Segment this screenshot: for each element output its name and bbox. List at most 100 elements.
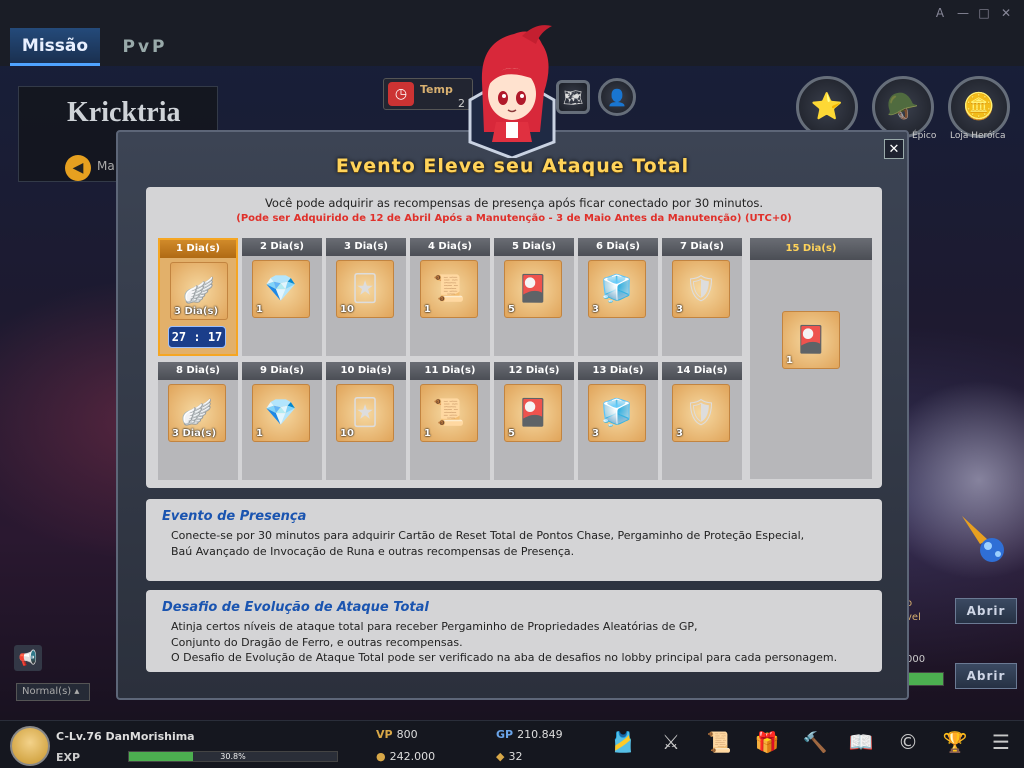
day-label: 9 Dia(s) bbox=[242, 362, 322, 380]
gp-display: GP 210.849 bbox=[496, 728, 563, 741]
gc-wings-icon[interactable]: 🪽 3 Dia(s) bbox=[170, 262, 228, 320]
reset-card-icon[interactable]: 🃏 10 bbox=[336, 384, 394, 442]
timer-label: Temp bbox=[420, 83, 453, 96]
day-card-15[interactable]: 15 Dia(s) 🎴 1 bbox=[750, 238, 872, 479]
vp-label: VP bbox=[376, 728, 393, 741]
rune-chest-icon[interactable]: 🧊 3 bbox=[588, 260, 646, 318]
character-name: Kricktria bbox=[67, 97, 181, 128]
gc-wings-icon[interactable]: 🪽 3 Dia(s) bbox=[168, 384, 226, 442]
gp-value: 210.849 bbox=[517, 728, 563, 741]
epic-label: Épico bbox=[912, 131, 937, 141]
presence-info-panel: Evento de Presença Conecte-se por 30 min… bbox=[146, 499, 882, 581]
scroll-quest-icon[interactable]: 📜 bbox=[704, 730, 734, 760]
reward-quantity: 3 bbox=[592, 428, 599, 439]
day-label: 3 Dia(s) bbox=[326, 238, 406, 256]
challenge-title: Desafio de Evolução de Ataque Total bbox=[162, 600, 429, 615]
day-label: 8 Dia(s) bbox=[158, 362, 238, 380]
modal-title: Evento Eleve seu Ataque Total bbox=[335, 155, 690, 177]
menu-icon[interactable]: ☰ bbox=[986, 730, 1016, 760]
reward-quantity: 5 bbox=[508, 304, 515, 315]
day-card-5[interactable]: 5 Dia(s) 🎴 5 bbox=[494, 238, 574, 356]
protection-scroll-icon[interactable]: 🛡 3 bbox=[672, 260, 730, 318]
reset-card-icon[interactable]: 🃏 10 bbox=[336, 260, 394, 318]
gold-value: 242.000 bbox=[389, 750, 436, 763]
exp-label: EXP bbox=[56, 751, 81, 764]
coin-icon[interactable]: 🪙 bbox=[948, 76, 1010, 138]
language-button[interactable]: A bbox=[932, 6, 948, 20]
day-card-1[interactable]: 1 Dia(s) 🪽 3 Dia(s) 27 : 17 bbox=[158, 238, 238, 356]
day-card-7[interactable]: 7 Dia(s) 🛡 3 bbox=[662, 238, 742, 356]
back-arrow-icon[interactable]: ◀ bbox=[65, 155, 91, 181]
level-up-crystal-icon[interactable]: 💎 1 bbox=[252, 384, 310, 442]
protection-scroll-icon[interactable]: 🛡 3 bbox=[672, 384, 730, 442]
gp-label: GP bbox=[496, 728, 514, 741]
reward-quantity: 1 bbox=[256, 304, 263, 315]
exp-bar: 30.8% bbox=[128, 751, 338, 762]
day-label: 7 Dia(s) bbox=[662, 238, 742, 256]
presence-line: Baú Avançado de Invocação de Runa e outr… bbox=[171, 544, 575, 558]
day-card-6[interactable]: 6 Dia(s) 🧊 3 bbox=[578, 238, 658, 356]
tab-pvp[interactable]: PvP bbox=[110, 28, 180, 66]
gem-display: ◆ 32 bbox=[496, 750, 522, 763]
avatar[interactable] bbox=[10, 726, 50, 766]
vp-value: 800 bbox=[396, 728, 418, 741]
rewards-panel: Você pode adquirir as recompensas de pre… bbox=[146, 187, 882, 488]
clock-icon: ◷ bbox=[388, 82, 414, 106]
scroll-icon[interactable]: 📜 1 bbox=[420, 384, 478, 442]
reward-quantity: 3 bbox=[592, 304, 599, 315]
close-window-icon[interactable]: ✕ bbox=[998, 6, 1014, 20]
reward-quantity: 1 bbox=[424, 428, 431, 439]
hero-shop-label: Loja Heróica bbox=[950, 131, 1006, 141]
mascot-portrait bbox=[462, 22, 562, 160]
day-label: 10 Dia(s) bbox=[326, 362, 406, 380]
book-icon[interactable]: 📖 bbox=[846, 730, 876, 760]
day-card-3[interactable]: 3 Dia(s) 🃏 10 bbox=[326, 238, 406, 356]
day-label: 14 Dia(s) bbox=[662, 362, 742, 380]
side-progress bbox=[906, 672, 944, 686]
rocket-icon[interactable] bbox=[958, 512, 1014, 568]
open-button-1[interactable]: Abrir bbox=[955, 598, 1017, 624]
trophy-icon[interactable]: 🏆 bbox=[940, 730, 970, 760]
day-card-2[interactable]: 2 Dia(s) 💎 1 bbox=[242, 238, 322, 356]
maximize-icon[interactable]: □ bbox=[976, 6, 992, 20]
gold-card-icon[interactable]: 🎴 1 bbox=[782, 311, 840, 369]
armor-icon[interactable]: 🎽 bbox=[608, 730, 638, 760]
day-card-13[interactable]: 13 Dia(s) 🧊 3 bbox=[578, 362, 658, 480]
portrait-icon[interactable]: 👤 bbox=[598, 78, 636, 116]
map-label: Ma bbox=[97, 159, 115, 173]
day-label: 15 Dia(s) bbox=[750, 238, 872, 260]
hammer-icon[interactable]: 🔨 bbox=[800, 730, 830, 760]
gold-card-icon[interactable]: 🎴 5 bbox=[504, 384, 562, 442]
mission-timer[interactable]: ◷ Temp 2 bbox=[383, 78, 473, 110]
day-card-9[interactable]: 9 Dia(s) 💎 1 bbox=[242, 362, 322, 480]
helmet-icon[interactable]: 🪖 bbox=[872, 76, 934, 138]
level-up-crystal-icon[interactable]: 💎 1 bbox=[252, 260, 310, 318]
rune-chest-icon[interactable]: 🧊 3 bbox=[588, 384, 646, 442]
reward-quantity: 10 bbox=[340, 428, 354, 439]
reward-quantity: 3 bbox=[676, 428, 683, 439]
day-label: 1 Dia(s) bbox=[160, 240, 236, 258]
day-card-8[interactable]: 8 Dia(s) 🪽 3 Dia(s) bbox=[158, 362, 238, 480]
close-icon[interactable]: ✕ bbox=[884, 139, 904, 159]
day-card-4[interactable]: 4 Dia(s) 📜 1 bbox=[410, 238, 490, 356]
gold-card-icon[interactable]: 🎴 5 bbox=[504, 260, 562, 318]
swords-icon[interactable]: ⚔ bbox=[656, 730, 686, 760]
reward-quantity: 10 bbox=[340, 304, 354, 315]
day-card-10[interactable]: 10 Dia(s) 🃏 10 bbox=[326, 362, 406, 480]
scroll-icon[interactable]: 📜 1 bbox=[420, 260, 478, 318]
countdown-timer: 27 : 17 bbox=[168, 326, 226, 348]
open-button-2[interactable]: Abrir bbox=[955, 663, 1017, 689]
day-card-14[interactable]: 14 Dia(s) 🛡 3 bbox=[662, 362, 742, 480]
chat-channel-select[interactable]: Normal(s) ▴ bbox=[16, 683, 90, 701]
tab-missao[interactable]: Missão bbox=[10, 28, 100, 66]
gift-icon[interactable]: 🎁 bbox=[752, 730, 782, 760]
coin-shop-icon[interactable]: © bbox=[893, 730, 923, 760]
megaphone-icon[interactable]: 📢 bbox=[14, 645, 42, 671]
reward-quantity: 3 Dia(s) bbox=[172, 428, 217, 439]
day-card-12[interactable]: 12 Dia(s) 🎴 5 bbox=[494, 362, 574, 480]
day-card-11[interactable]: 11 Dia(s) 📜 1 bbox=[410, 362, 490, 480]
reward-quantity: 1 bbox=[786, 355, 793, 366]
star-icon[interactable]: ⭐ bbox=[796, 76, 858, 138]
minimize-icon[interactable]: — bbox=[955, 6, 971, 20]
day-label: 13 Dia(s) bbox=[578, 362, 658, 380]
